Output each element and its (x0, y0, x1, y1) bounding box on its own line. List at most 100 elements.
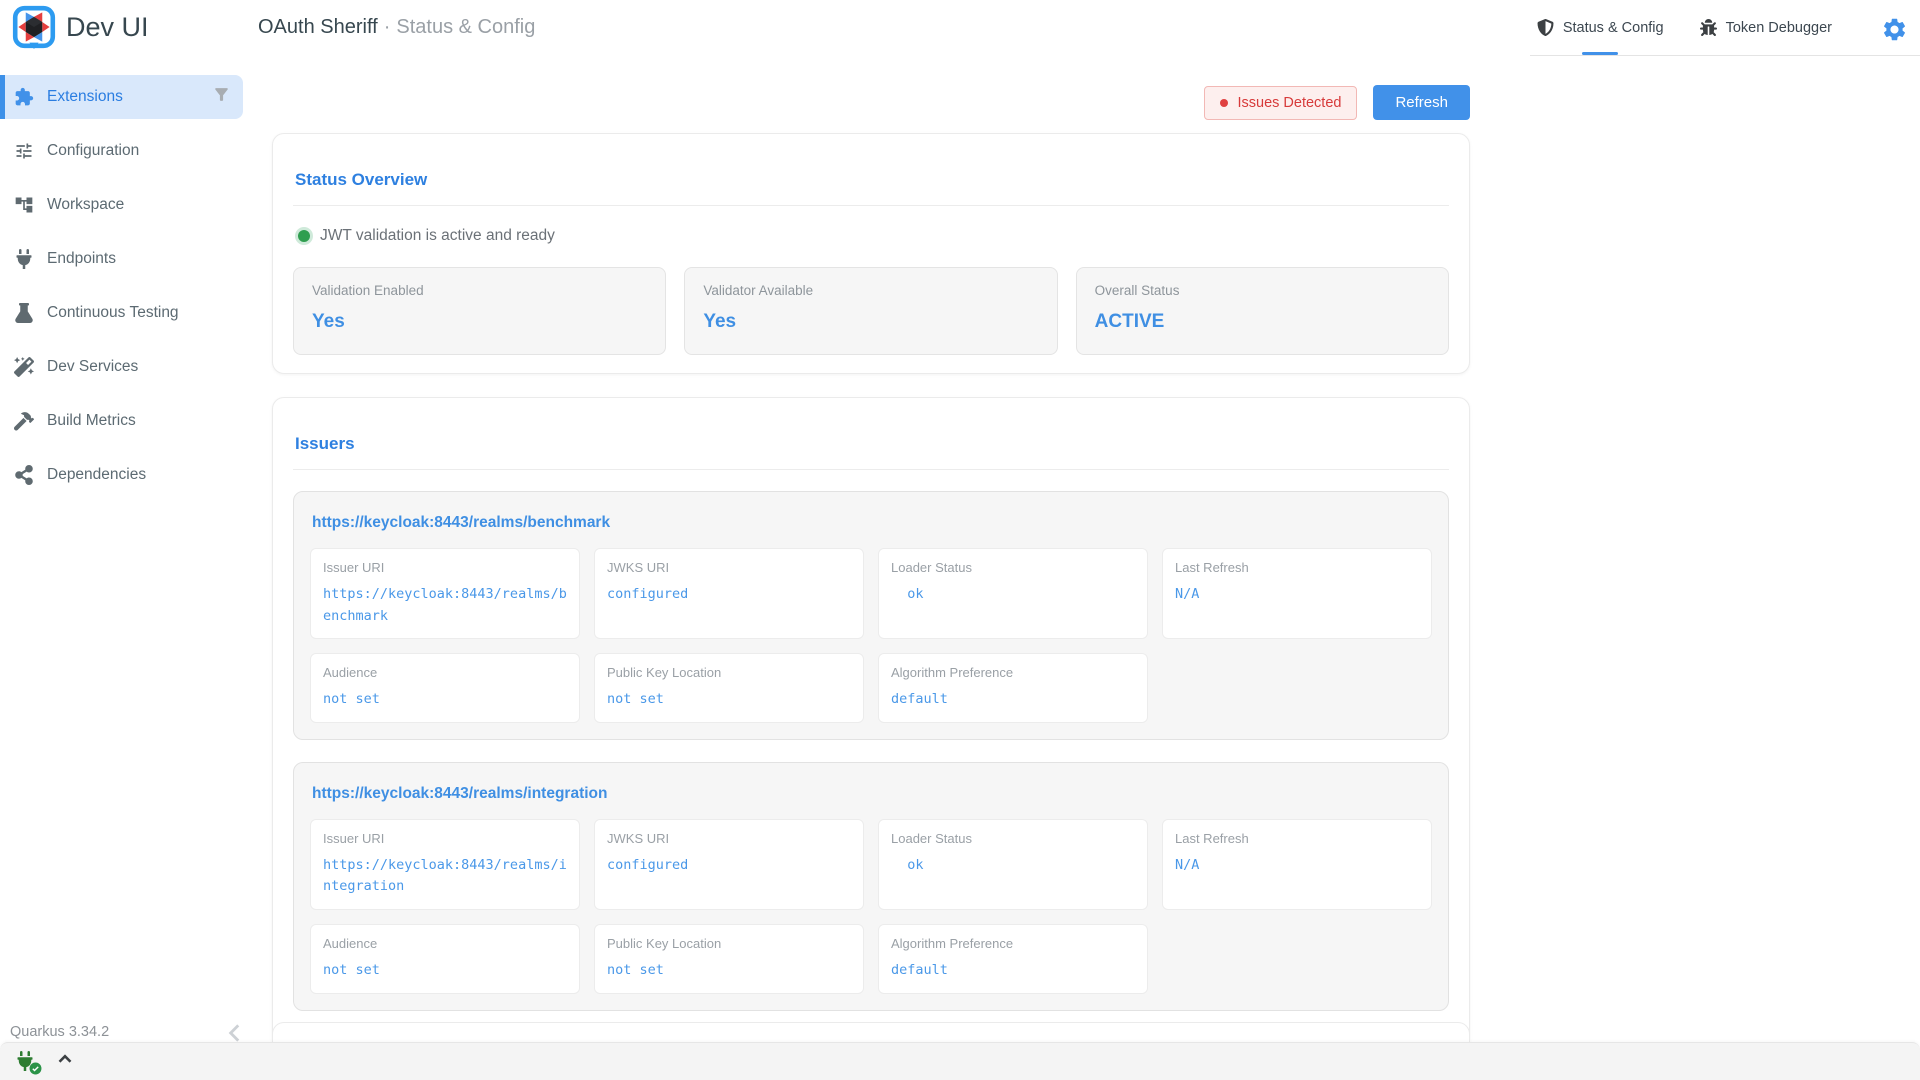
page-title-separator: · (384, 16, 391, 38)
field-last-refresh: Last Refresh N/A (1162, 819, 1432, 910)
sidebar-item-dependencies[interactable]: Dependencies (0, 453, 250, 497)
sidebar-item-dev-services[interactable]: Dev Services (0, 345, 250, 389)
field-algorithm-preference: Algorithm Preference default (878, 924, 1148, 994)
field-value: ok (891, 855, 1135, 877)
metric-overall-status: Overall Status ACTIVE (1076, 267, 1449, 355)
brand-title: Dev UI (66, 12, 149, 43)
sidebar-item-workspace[interactable]: Workspace (0, 183, 250, 227)
main-content: Status Overview JWT validation is active… (272, 133, 1470, 1073)
sidebar-item-endpoints[interactable]: Endpoints (0, 237, 250, 281)
field-label: Audience (323, 936, 567, 951)
field-issuer-uri: Issuer URI https://keycloak:8443/realms/… (310, 819, 580, 910)
top-header: Dev UI OAuth Sheriff·Status & Config Sta… (0, 0, 1920, 56)
field-issuer-uri: Issuer URI https://keycloak:8443/realms/… (310, 548, 580, 639)
sidebar-item-label: Workspace (47, 196, 124, 214)
field-value: not set (323, 689, 567, 711)
issuer-panel-benchmark: https://keycloak:8443/realms/benchmark I… (293, 491, 1449, 740)
sidebar-item-label: Dependencies (47, 466, 146, 484)
refresh-button[interactable]: Refresh (1373, 85, 1470, 120)
wand-icon (14, 357, 34, 377)
sidebar-item-build-metrics[interactable]: Build Metrics (0, 399, 250, 443)
sidebar-item-extensions[interactable]: Extensions (0, 75, 243, 119)
quarkus-version-label: Quarkus 3.34.2 (10, 1024, 109, 1040)
sliders-icon (14, 141, 34, 161)
issues-detected-badge: Issues Detected (1204, 86, 1357, 120)
metric-validation-enabled: Validation Enabled Yes (293, 267, 666, 355)
field-label: Issuer URI (323, 560, 567, 575)
metric-value: Yes (312, 311, 647, 333)
metric-label: Validation Enabled (312, 283, 647, 298)
field-value: configured (607, 584, 851, 606)
field-audience: Audience not set (310, 653, 580, 723)
tabs-divider (1530, 55, 1920, 56)
page-toolbar: Issues Detected Refresh (272, 85, 1470, 120)
issuer-fields: Issuer URI https://keycloak:8443/realms/… (310, 548, 1432, 723)
status-message: JWT validation is active and ready (320, 227, 555, 245)
field-label: Last Refresh (1175, 831, 1419, 846)
filter-extensions-button[interactable] (212, 85, 231, 109)
settings-button[interactable] (1881, 16, 1908, 48)
metric-value: Yes (703, 311, 1038, 333)
status-overview-heading: Status Overview (295, 170, 1449, 190)
field-label: Algorithm Preference (891, 665, 1135, 680)
sidebar-item-label: Extensions (47, 88, 123, 106)
sidebar-item-label: Dev Services (47, 358, 138, 376)
field-value: not set (323, 960, 567, 982)
bug-icon (1700, 19, 1717, 36)
field-label: JWKS URI (607, 831, 851, 846)
field-label: Public Key Location (607, 936, 851, 951)
brand-logo[interactable]: Dev UI (12, 5, 149, 49)
tab-token-debugger[interactable]: Token Debugger (1682, 0, 1850, 55)
chevron-up-icon (54, 1048, 76, 1070)
field-label: Audience (323, 665, 567, 680)
status-metrics: Validation Enabled Yes Validator Availab… (293, 267, 1449, 357)
field-label: Public Key Location (607, 665, 851, 680)
connection-status-button[interactable] (16, 1051, 38, 1073)
field-value: https://keycloak:8443/realms/benchmark (323, 584, 567, 627)
issuer-title: https://keycloak:8443/realms/benchmark (312, 514, 1432, 532)
issuers-heading: Issuers (295, 434, 1449, 454)
field-label: Issuer URI (323, 831, 567, 846)
funnel-icon (212, 85, 231, 104)
gear-icon (1881, 16, 1908, 43)
page-title: OAuth Sheriff·Status & Config (258, 16, 535, 39)
footer-bar (0, 1042, 1920, 1080)
sidebar-item-label: Build Metrics (47, 412, 136, 430)
issuer-fields: Issuer URI https://keycloak:8443/realms/… (310, 819, 1432, 994)
metric-label: Overall Status (1095, 283, 1430, 298)
flask-icon (14, 303, 34, 323)
metric-value: ACTIVE (1095, 311, 1430, 333)
issues-dot-icon (1220, 99, 1228, 107)
issues-badge-label: Issues Detected (1237, 95, 1341, 111)
field-value: not set (607, 689, 851, 711)
tab-label: Token Debugger (1726, 20, 1832, 36)
check-badge-icon (29, 1062, 42, 1075)
graph-icon (14, 465, 34, 485)
hammer-icon (14, 411, 34, 431)
sidebar: Extensions Configuration Workspace Endpo… (0, 56, 250, 1042)
field-loader-status: Loader Status ok (878, 548, 1148, 639)
expand-log-button[interactable] (54, 1048, 76, 1075)
sidebar-item-configuration[interactable]: Configuration (0, 129, 250, 173)
issuer-title: https://keycloak:8443/realms/integration (312, 785, 1432, 803)
puzzle-icon (14, 87, 34, 107)
field-value: configured (607, 855, 851, 877)
divider (293, 469, 1449, 470)
sidebar-item-label: Configuration (47, 142, 139, 160)
tab-status-config[interactable]: Status & Config (1519, 0, 1682, 55)
field-value: default (891, 689, 1135, 711)
field-public-key-location: Public Key Location not set (594, 653, 864, 723)
sidebar-item-label: Continuous Testing (47, 304, 179, 322)
status-message-line: JWT validation is active and ready (295, 227, 1449, 245)
field-last-refresh: Last Refresh N/A (1162, 548, 1432, 639)
field-jwks-uri: JWKS URI configured (594, 819, 864, 910)
field-value: ok (891, 584, 1135, 606)
field-label: Algorithm Preference (891, 936, 1135, 951)
divider (293, 205, 1449, 206)
tree-icon (14, 195, 34, 215)
field-public-key-location: Public Key Location not set (594, 924, 864, 994)
field-value: https://keycloak:8443/realms/integration (323, 855, 567, 898)
shield-icon (1537, 19, 1554, 36)
field-label: Last Refresh (1175, 560, 1419, 575)
sidebar-item-continuous-testing[interactable]: Continuous Testing (0, 291, 250, 335)
